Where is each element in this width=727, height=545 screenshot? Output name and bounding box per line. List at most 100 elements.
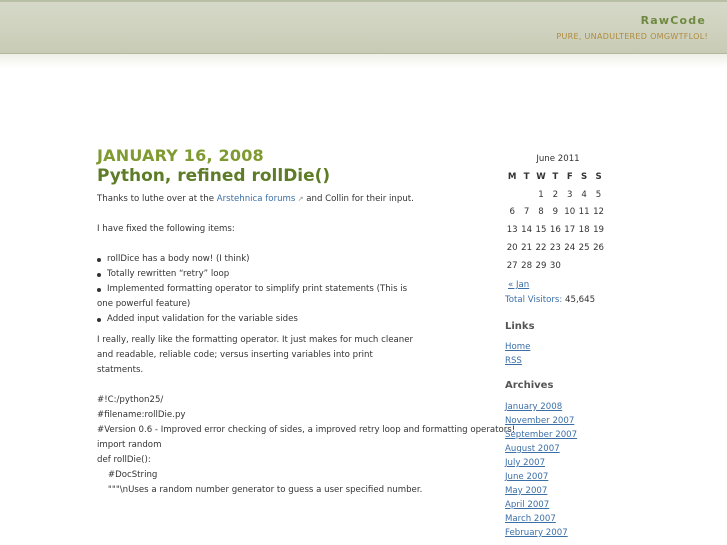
weekday: W	[536, 171, 546, 182]
post-title[interactable]: Python, refined rollDie()	[97, 166, 497, 187]
link-home[interactable]: Home	[505, 340, 715, 354]
paragraph-line: statments.	[97, 365, 144, 375]
calendar-day: 21	[521, 243, 533, 254]
code-line: def rollDie():	[97, 455, 151, 465]
calendar-week: 1 2 3 4 5	[505, 186, 606, 204]
calendar-day	[577, 257, 591, 275]
calendar-day	[519, 186, 533, 204]
archive-link[interactable]: April 2007	[505, 498, 715, 512]
calendar-day: 7	[523, 207, 530, 218]
link-rss[interactable]: RSS	[505, 354, 715, 368]
archive-link[interactable]: February 2007	[505, 526, 715, 540]
total-visitors: Total Visitors: 45,645	[505, 293, 715, 308]
calendar-day: 23	[549, 243, 561, 254]
calendar-day: 8	[538, 207, 544, 218]
calendar-day: 12	[593, 207, 604, 218]
calendar-day	[563, 257, 577, 275]
calendar-day: 14	[521, 225, 533, 236]
calendar-day: 20	[506, 243, 518, 254]
calendar-week: 13 14 15 16 17 18 19	[505, 221, 606, 239]
blog-post: JANUARY 16, 2008 Python, refined rollDie…	[97, 146, 516, 498]
calendar-prev-link[interactable]: « Jan	[508, 278, 715, 292]
site-tagline: PURE, UNADULTERED OMGWTFLOL!	[556, 32, 708, 41]
weekday: M	[507, 171, 517, 182]
external-link-icon: ↗	[295, 195, 304, 203]
calendar-day: 19	[593, 225, 604, 236]
calendar-day: 22	[535, 243, 547, 254]
calendar-day: 2	[552, 189, 559, 200]
calendar-day: 4	[581, 189, 587, 200]
calendar-day: 26	[593, 243, 604, 254]
paragraph-line: and readable, reliable code; versus inse…	[97, 350, 373, 360]
calendar-day: 27	[506, 260, 518, 271]
calendar-day: 15	[535, 225, 547, 236]
archive-link[interactable]: January 2008	[505, 400, 715, 414]
calendar-week: 20 21 22 23 24 25 26	[505, 239, 606, 257]
code-line: #filename:rollDie.py	[97, 410, 186, 420]
weekday: T	[523, 171, 530, 182]
post-date: JANUARY 16, 2008	[97, 146, 264, 165]
calendar-day	[591, 257, 605, 275]
visitors-label: Total Visitors:	[505, 294, 563, 305]
calendar-week: 6 7 8 9 10 11 12	[505, 204, 606, 222]
calendar-weekdays: M T W T F S S	[505, 168, 606, 186]
archive-link[interactable]: September 2007	[505, 428, 715, 442]
archive-link[interactable]: March 2007	[505, 512, 715, 526]
arstechnica-link[interactable]: Arstehnica forums	[217, 194, 296, 204]
visitors-count: 45,645	[565, 294, 596, 305]
list-item-continuation: one powerful feature)	[97, 299, 191, 309]
calendar-day: 3	[567, 189, 573, 200]
code-line: #DocString	[97, 470, 158, 480]
calendar-day: 17	[564, 225, 576, 236]
paragraph-line: I really, really like the formatting ope…	[97, 335, 414, 345]
list-item: Added input validation for the variable …	[97, 312, 497, 327]
archive-link[interactable]: June 2007	[505, 470, 715, 484]
code-line: #!C:/python25/	[97, 395, 164, 405]
code-block: #!C:/python25/ #filename:rollDie.py #Ver…	[97, 393, 516, 498]
sidebar: June 2011 M T W T F S S 1 2 3 4 5 6 7 8 …	[505, 152, 715, 540]
archives-heading: Archives	[505, 379, 554, 391]
calendar-day: 18	[578, 225, 590, 236]
calendar-day: 11	[578, 207, 590, 218]
fixed-items-list-cont: Added input validation for the variable …	[97, 312, 497, 327]
code-line: import random	[97, 440, 162, 450]
code-line: #Version 0.6 - Improved error checking o…	[97, 425, 516, 435]
weekday: T	[552, 171, 559, 182]
site-header: RawCode PURE, UNADULTERED OMGWTFLOL!	[0, 0, 727, 54]
calendar-day: 9	[552, 207, 559, 218]
calendar-day: 5	[595, 189, 602, 200]
calendar-day: 13	[506, 225, 518, 236]
archive-link[interactable]: November 2007	[505, 414, 715, 428]
calendar-day: 16	[549, 225, 561, 236]
calendar-week: 27 28 29 30	[505, 257, 606, 275]
calendar-day	[505, 186, 519, 204]
calendar-title: June 2011	[536, 154, 580, 164]
fixed-items-list: rollDice has a body now! (I think) Total…	[97, 252, 497, 297]
calendar-day: 24	[564, 243, 576, 254]
calendar-day: 6	[509, 207, 515, 218]
weekday: F	[566, 171, 573, 182]
calendar-day: 28	[521, 260, 533, 271]
archive-link[interactable]: August 2007	[505, 442, 715, 456]
archive-link[interactable]: July 2007	[505, 456, 715, 470]
archive-link[interactable]: May 2007	[505, 484, 715, 498]
intro-after: and Collin for their input.	[303, 194, 414, 204]
fixed-intro: I have fixed the following items:	[97, 224, 235, 234]
calendar-day: 29	[535, 260, 547, 271]
calendar: M T W T F S S 1 2 3 4 5 6 7 8 9 10 11 12…	[505, 168, 606, 275]
list-item: rollDice has a body now! (I think)	[97, 252, 497, 267]
weekday: S	[581, 171, 588, 182]
links-heading: Links	[505, 320, 535, 332]
weekday: S	[595, 171, 602, 182]
intro-before: Thanks to luthe over at the	[97, 194, 217, 204]
calendar-day: 30	[549, 260, 561, 271]
calendar-day: 1	[538, 189, 544, 200]
list-item: Totally rewritten “retry” loop	[97, 267, 497, 282]
header-shadow	[0, 54, 727, 68]
site-title[interactable]: RawCode	[641, 14, 706, 27]
calendar-day: 10	[564, 207, 576, 218]
post-intro: Thanks to luthe over at the Arstehnica f…	[97, 192, 497, 207]
calendar-day: 25	[578, 243, 590, 254]
list-item: Implemented formatting operator to simpl…	[97, 282, 497, 297]
code-line: """\nUses a random number generator to g…	[97, 485, 423, 495]
